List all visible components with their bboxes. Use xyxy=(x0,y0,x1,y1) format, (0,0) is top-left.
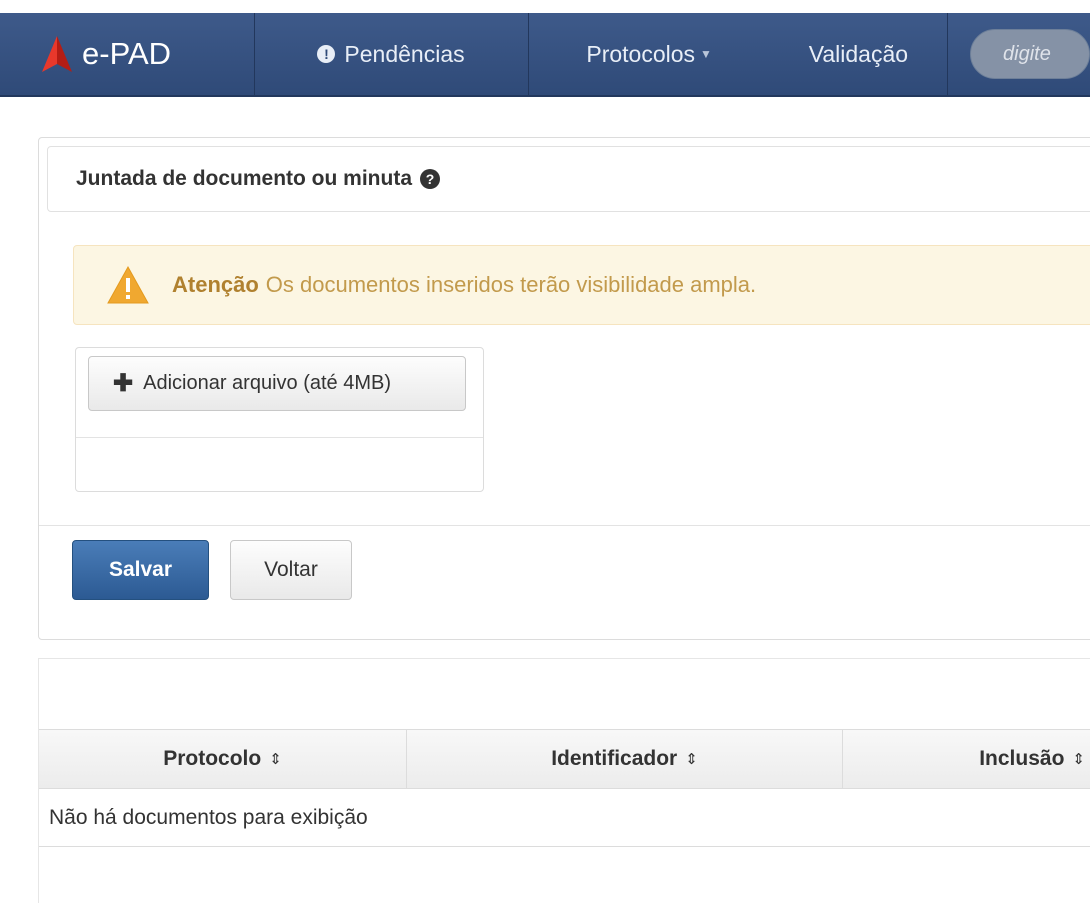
sort-icon: ⇕ xyxy=(269,751,282,768)
column-label: Protocolo xyxy=(163,747,262,770)
file-upload-box: ✚ Adicionar arquivo (até 4MB) xyxy=(75,347,484,492)
alert-text: Os documentos inseridos terão visibilida… xyxy=(265,272,757,297)
nav-pendencias-label: Pendências xyxy=(344,40,465,67)
nav-protocolos-label: Protocolos xyxy=(586,40,696,67)
save-button[interactable]: Salvar xyxy=(72,540,209,600)
documents-table: Protocolo ⇕ Identificador ⇕ Inclusão ⇕ N… xyxy=(38,658,1090,903)
add-file-label: Adicionar arquivo (até 4MB) xyxy=(143,372,391,394)
nav-validacao-label: Validação xyxy=(808,40,909,67)
nav-protocolos-dropdown[interactable]: Protocolos ▼ xyxy=(529,13,770,95)
warning-icon xyxy=(107,265,149,304)
search-input[interactable]: digite xyxy=(970,29,1090,79)
nav-validacao[interactable]: Validação xyxy=(770,13,948,95)
epad-logo-icon xyxy=(42,36,72,72)
sort-icon: ⇕ xyxy=(1072,751,1085,768)
panel-heading: Juntada de documento ou minuta ? xyxy=(47,146,1090,212)
warning-alert: Atenção Os documentos inseridos terão vi… xyxy=(73,245,1090,325)
empty-message: Não há documentos para exibição xyxy=(49,805,368,829)
form-footer-divider xyxy=(39,525,1090,526)
brand[interactable]: e-PAD xyxy=(0,13,255,95)
column-header-identificador[interactable]: Identificador ⇕ xyxy=(407,730,843,788)
empty-table-row: Não há documentos para exibição xyxy=(39,789,1090,847)
plus-icon: ✚ xyxy=(113,370,134,397)
back-button[interactable]: Voltar xyxy=(230,540,352,600)
help-icon[interactable]: ? xyxy=(420,169,441,189)
juntada-panel: Juntada de documento ou minuta ? Atenção… xyxy=(38,137,1090,640)
column-header-inclusao[interactable]: Inclusão ⇕ xyxy=(843,730,1090,788)
nav-pendencias[interactable]: ! Pendências xyxy=(255,13,529,95)
top-navbar: e-PAD ! Pendências Protocolos ▼ Validaçã… xyxy=(0,13,1090,97)
column-header-protocolo[interactable]: Protocolo ⇕ xyxy=(39,730,407,788)
page-title: Juntada de documento ou minuta xyxy=(76,167,413,190)
sort-icon: ⇕ xyxy=(685,751,698,768)
brand-name: e-PAD xyxy=(82,36,172,71)
caret-down-icon: ▼ xyxy=(700,47,712,61)
search-placeholder: digite xyxy=(1003,42,1051,65)
column-label: Inclusão xyxy=(979,747,1065,770)
nav-search-wrapper: digite xyxy=(948,13,1090,95)
add-file-button[interactable]: ✚ Adicionar arquivo (até 4MB) xyxy=(88,356,466,411)
exclamation-circle-icon: ! xyxy=(317,45,336,63)
upload-divider xyxy=(76,437,483,438)
alert-strong: Atenção xyxy=(172,272,259,297)
table-header: Protocolo ⇕ Identificador ⇕ Inclusão ⇕ xyxy=(39,729,1090,789)
column-label: Identificador xyxy=(551,747,678,770)
